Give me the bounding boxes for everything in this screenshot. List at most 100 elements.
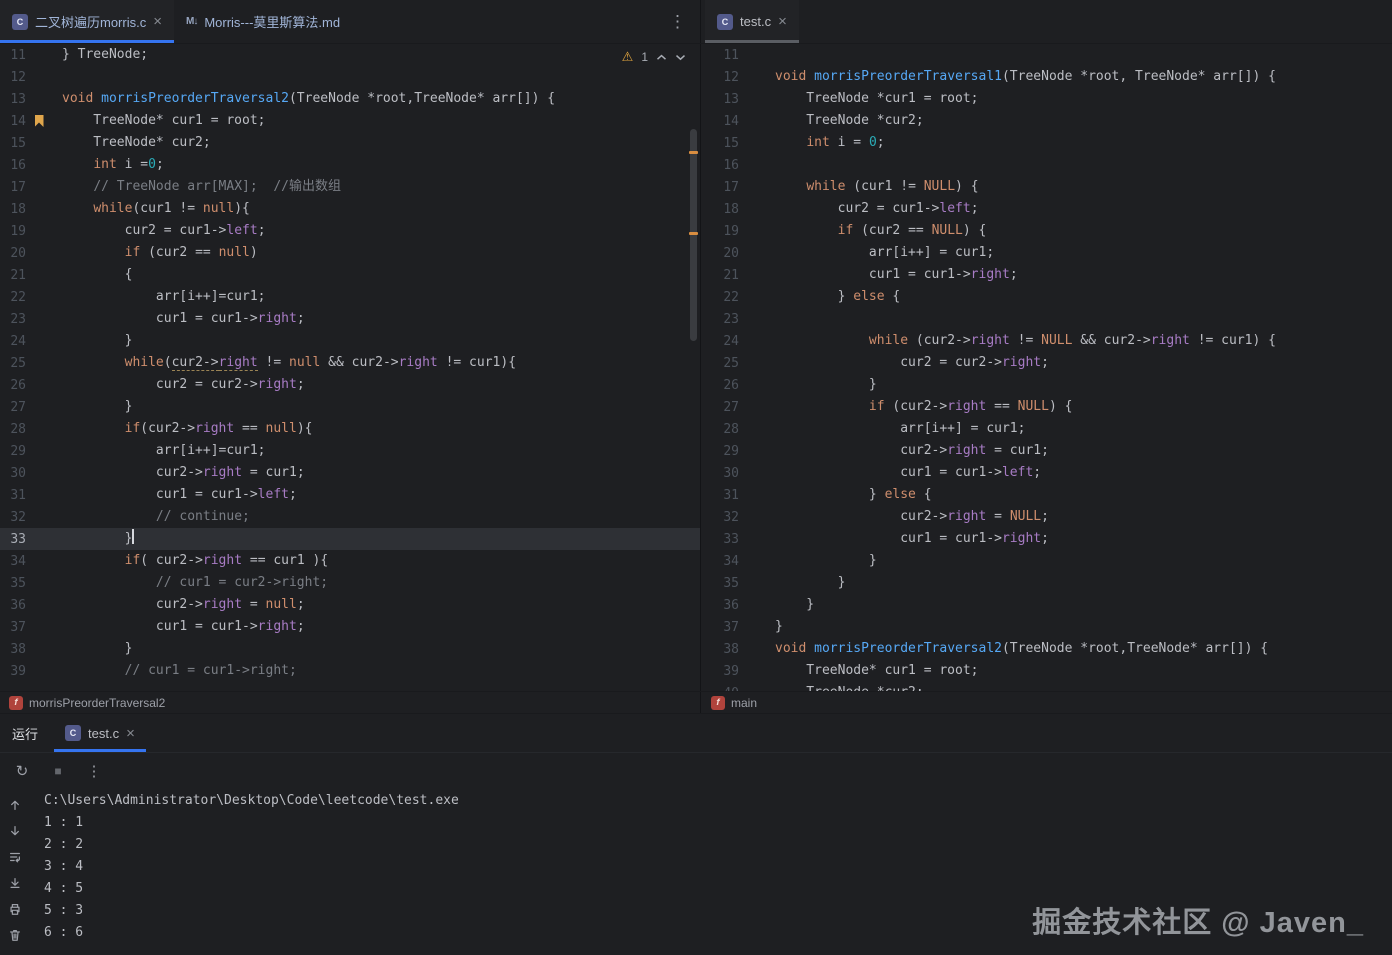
run-tab-test-c[interactable]: C test.c × — [54, 714, 146, 752]
code-line[interactable]: 40 TreeNode *cur2; — [701, 682, 1392, 691]
line-number[interactable]: 25 — [0, 356, 26, 371]
line-number[interactable]: 26 — [701, 378, 739, 393]
line-number[interactable]: 36 — [701, 598, 739, 613]
code-line[interactable]: 21 cur1 = cur1->right; — [701, 264, 1392, 286]
line-number[interactable]: 37 — [0, 620, 26, 635]
line-number[interactable]: 20 — [0, 246, 26, 261]
line-number[interactable]: 30 — [0, 466, 26, 481]
line-number[interactable]: 38 — [701, 642, 739, 657]
code-line[interactable]: 15 int i = 0; — [701, 132, 1392, 154]
code-line[interactable]: 18 cur2 = cur1->left; — [701, 198, 1392, 220]
line-number[interactable]: 17 — [701, 180, 739, 195]
line-number[interactable]: 33 — [701, 532, 739, 547]
line-number[interactable]: 35 — [701, 576, 739, 591]
code-line[interactable]: 11} TreeNode; — [0, 44, 700, 66]
line-number[interactable]: 13 — [0, 92, 26, 107]
line-number[interactable]: 14 — [701, 114, 739, 129]
inspections-widget[interactable]: ⚠ 1 — [622, 49, 686, 65]
code-line[interactable]: 20 arr[i++] = cur1; — [701, 242, 1392, 264]
code-line[interactable]: 16 — [701, 154, 1392, 176]
line-number[interactable]: 39 — [0, 664, 26, 679]
code-line[interactable]: 27 } — [0, 396, 700, 418]
soft-wrap-icon[interactable] — [6, 848, 24, 866]
close-icon[interactable]: × — [126, 726, 135, 741]
code-area-right[interactable]: 1112void morrisPreorderTraversal1(TreeNo… — [701, 44, 1392, 691]
line-number[interactable]: 17 — [0, 180, 26, 195]
code-line[interactable]: 36 cur2->right = null; — [0, 594, 700, 616]
scroll-to-bottom-icon[interactable] — [6, 822, 24, 840]
line-number[interactable]: 37 — [701, 620, 739, 635]
line-number[interactable]: 31 — [701, 488, 739, 503]
code-line[interactable]: 13 TreeNode *cur1 = root; — [701, 88, 1392, 110]
stop-icon[interactable]: ■ — [48, 764, 68, 778]
scroll-to-top-icon[interactable] — [6, 796, 24, 814]
line-number[interactable]: 38 — [0, 642, 26, 657]
code-line[interactable]: 39 TreeNode* cur1 = root; — [701, 660, 1392, 682]
code-line[interactable]: 33 cur1 = cur1->right; — [701, 528, 1392, 550]
code-line[interactable]: 21 { — [0, 264, 700, 286]
more-options-icon[interactable]: ⋮ — [84, 762, 104, 780]
breadcrumb-left[interactable]: f morrisPreorderTraversal2 — [0, 692, 700, 713]
breadcrumb-right[interactable]: f main — [700, 692, 1392, 713]
scroll-to-end-icon[interactable] — [6, 874, 24, 892]
line-number[interactable]: 15 — [701, 136, 739, 151]
code-line[interactable]: 12 — [0, 66, 700, 88]
code-line[interactable]: 25 cur2 = cur2->right; — [701, 352, 1392, 374]
code-line[interactable]: 29 cur2->right = cur1; — [701, 440, 1392, 462]
code-line[interactable]: 22 } else { — [701, 286, 1392, 308]
scrollbar-warning-mark[interactable] — [689, 151, 698, 154]
code-line[interactable]: 30 cur1 = cur1->left; — [701, 462, 1392, 484]
code-line[interactable]: 33 } — [0, 528, 700, 550]
code-line[interactable]: 29 arr[i++]=cur1; — [0, 440, 700, 462]
code-line[interactable]: 26 cur2 = cur2->right; — [0, 374, 700, 396]
line-number[interactable]: 32 — [0, 510, 26, 525]
code-line[interactable]: 32 cur2->right = NULL; — [701, 506, 1392, 528]
scrollbar-warning-mark[interactable] — [689, 232, 698, 235]
code-line[interactable]: 19 if (cur2 == NULL) { — [701, 220, 1392, 242]
code-line[interactable]: 37} — [701, 616, 1392, 638]
code-line[interactable]: 17 while (cur1 != NULL) { — [701, 176, 1392, 198]
line-number[interactable]: 18 — [0, 202, 26, 217]
line-number[interactable]: 32 — [701, 510, 739, 525]
code-line[interactable]: 11 — [701, 44, 1392, 66]
line-number[interactable]: 31 — [0, 488, 26, 503]
line-number[interactable]: 19 — [701, 224, 739, 239]
rerun-icon[interactable]: ↻ — [12, 762, 32, 780]
line-number[interactable]: 21 — [0, 268, 26, 283]
line-number[interactable]: 29 — [0, 444, 26, 459]
line-number[interactable]: 34 — [0, 554, 26, 569]
line-number[interactable]: 24 — [701, 334, 739, 349]
code-line[interactable]: 35 // cur1 = cur2->right; — [0, 572, 700, 594]
line-number[interactable]: 22 — [701, 290, 739, 305]
line-number[interactable]: 15 — [0, 136, 26, 151]
line-number[interactable]: 16 — [701, 158, 739, 173]
code-line[interactable]: 28 if(cur2->right == null){ — [0, 418, 700, 440]
line-number[interactable]: 13 — [701, 92, 739, 107]
code-line[interactable]: 17 // TreeNode arr[MAX]; //输出数组 — [0, 176, 700, 198]
next-problem-icon[interactable] — [675, 54, 686, 61]
line-number[interactable]: 23 — [0, 312, 26, 327]
code-line[interactable]: 39 // cur1 = cur1->right; — [0, 660, 700, 682]
code-line[interactable]: 24 } — [0, 330, 700, 352]
line-number[interactable]: 20 — [701, 246, 739, 261]
code-line[interactable]: 32 // continue; — [0, 506, 700, 528]
editor-left[interactable]: 11} TreeNode;1213void morrisPreorderTrav… — [0, 44, 700, 691]
tab-test-c[interactable]: C test.c × — [705, 0, 799, 43]
line-number[interactable]: 30 — [701, 466, 739, 481]
line-number[interactable]: 25 — [701, 356, 739, 371]
print-icon[interactable] — [6, 900, 24, 918]
line-number[interactable]: 39 — [701, 664, 739, 679]
code-line[interactable]: 23 cur1 = cur1->right; — [0, 308, 700, 330]
code-line[interactable]: 22 arr[i++]=cur1; — [0, 286, 700, 308]
line-number[interactable]: 14 — [0, 114, 26, 129]
code-line[interactable]: 35 } — [701, 572, 1392, 594]
code-line[interactable]: 12void morrisPreorderTraversal1(TreeNode… — [701, 66, 1392, 88]
code-line[interactable]: 38void morrisPreorderTraversal2(TreeNode… — [701, 638, 1392, 660]
line-number[interactable]: 28 — [701, 422, 739, 437]
code-line[interactable]: 31 } else { — [701, 484, 1392, 506]
code-line[interactable]: 26 } — [701, 374, 1392, 396]
line-number[interactable]: 12 — [701, 70, 739, 85]
tab-morris-md[interactable]: M↓ Morris---莫里斯算法.md — [174, 0, 352, 43]
line-number[interactable]: 12 — [0, 70, 26, 85]
line-number[interactable]: 27 — [701, 400, 739, 415]
